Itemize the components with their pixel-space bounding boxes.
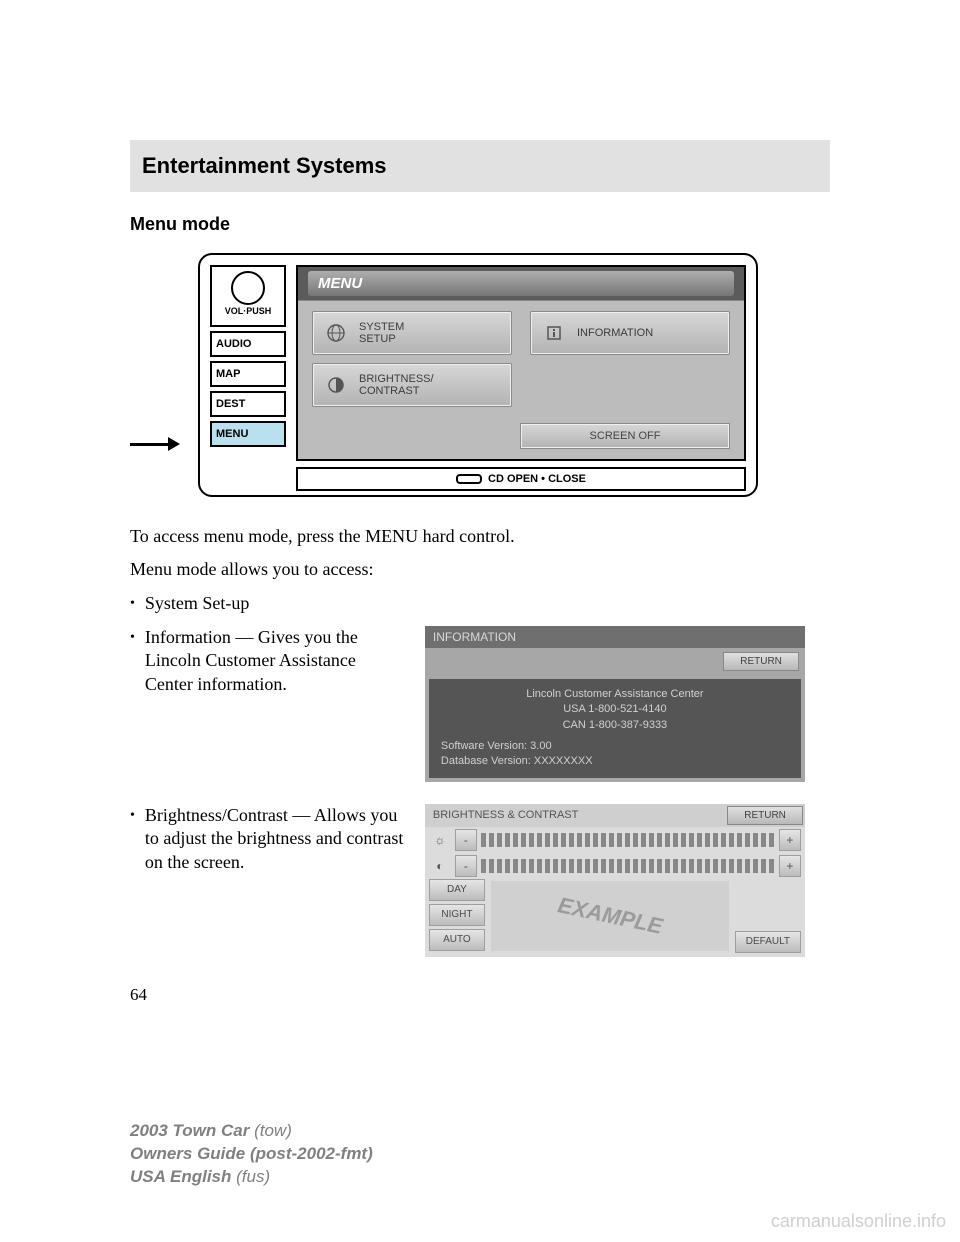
contrast-slider[interactable]	[481, 859, 775, 873]
contrast-plus[interactable]: +	[779, 855, 801, 877]
hardkey-dest[interactable]: DEST	[210, 391, 286, 417]
footer-guide: Owners Guide (post-2002-fmt)	[130, 1144, 373, 1163]
brightness-plus[interactable]: +	[779, 829, 801, 851]
brightness-minus[interactable]: -	[455, 829, 477, 851]
tile-label: BRIGHTNESS/ CONTRAST	[359, 373, 434, 397]
page-number: 64	[130, 985, 830, 1005]
hardkey-map[interactable]: MAP	[210, 361, 286, 387]
paragraph-1: To access menu mode, press the MENU hard…	[130, 525, 830, 548]
hard-key-column: VOL·PUSH AUDIO MAP DEST MENU	[210, 265, 286, 461]
hardkey-audio[interactable]: AUDIO	[210, 331, 286, 357]
bullet-item-system-setup: • System Set-up	[130, 592, 830, 616]
bullet-marker: •	[130, 804, 135, 957]
info-line: CAN 1-800-387-9333	[441, 718, 789, 733]
knob-icon	[231, 271, 265, 305]
bc-title: BRIGHTNESS & CONTRAST	[425, 805, 725, 825]
head-unit: VOL·PUSH AUDIO MAP DEST MENU MENU	[198, 253, 758, 497]
page-content: Entertainment Systems Menu mode VOL·PUSH…	[130, 140, 830, 1005]
info-line: Software Version: 3.00	[441, 739, 789, 754]
contrast-icon: ◐	[429, 855, 451, 877]
footer-code: (tow)	[254, 1121, 292, 1140]
return-button[interactable]: RETURN	[727, 806, 803, 825]
contrast-minus[interactable]: -	[455, 855, 477, 877]
return-button[interactable]: RETURN	[723, 652, 799, 671]
tile-screen-off[interactable]: SCREEN OFF	[520, 423, 730, 449]
default-button[interactable]: DEFAULT	[735, 931, 801, 953]
footer-vehicle: 2003 Town Car	[130, 1121, 249, 1140]
tile-information[interactable]: INFORMATION	[530, 311, 730, 355]
volume-knob[interactable]: VOL·PUSH	[210, 265, 286, 327]
tile-label: SYSTEM SETUP	[359, 321, 404, 345]
bullet-text: Brightness/Contrast — Allows you to adju…	[145, 804, 405, 874]
info-screen-title: INFORMATION	[425, 626, 805, 648]
section-header: Entertainment Systems	[130, 140, 830, 192]
footer: 2003 Town Car (tow) Owners Guide (post-2…	[130, 1120, 373, 1189]
footer-lang: USA English	[130, 1167, 231, 1186]
tile-system-setup[interactable]: SYSTEM SETUP	[312, 311, 512, 355]
info-line: Lincoln Customer Assistance Center	[441, 687, 789, 702]
nav-screen: MENU SYSTEM SETUP	[296, 265, 746, 461]
brightness-contrast-screen: BRIGHTNESS & CONTRAST RETURN ☼ - + ◐ - +	[425, 804, 805, 957]
info-icon	[541, 320, 567, 346]
contrast-icon	[323, 372, 349, 398]
footer-code2: (fus)	[236, 1167, 270, 1186]
bullet-text: Information — Gives you the Lincoln Cust…	[145, 626, 405, 696]
menu-mode-heading: Menu mode	[130, 214, 830, 235]
screen-title: MENU	[308, 271, 734, 296]
knob-label: VOL·PUSH	[225, 306, 272, 316]
example-watermark: EXAMPLE	[555, 892, 664, 940]
info-line: Database Version: XXXXXXXX	[441, 754, 789, 769]
bullet-marker: •	[130, 592, 135, 616]
pointer-arrow	[130, 437, 180, 451]
information-screen: INFORMATION RETURN Lincoln Customer Assi…	[425, 626, 805, 782]
hardkey-menu[interactable]: MENU	[210, 421, 286, 447]
device-illustration: VOL·PUSH AUDIO MAP DEST MENU MENU	[130, 253, 830, 497]
brightness-slider[interactable]	[481, 833, 775, 847]
preview-map: EXAMPLE	[491, 881, 729, 951]
sun-icon: ☼	[429, 829, 451, 851]
info-screen-body: Lincoln Customer Assistance Center USA 1…	[429, 679, 801, 778]
bullet-item-information: • Information — Gives you the Lincoln Cu…	[130, 626, 830, 782]
mode-auto[interactable]: AUTO	[429, 929, 485, 951]
bullet-text: System Set-up	[145, 592, 250, 616]
paragraph-2: Menu mode allows you to access:	[130, 558, 830, 581]
bullet-item-brightness: • Brightness/Contrast — Allows you to ad…	[130, 804, 830, 957]
tile-label: INFORMATION	[577, 327, 653, 339]
site-watermark: carmanualsonline.info	[771, 1211, 946, 1232]
screen-title-bar: MENU	[298, 267, 744, 301]
mode-day[interactable]: DAY	[429, 879, 485, 901]
cd-open-close[interactable]: CD OPEN • CLOSE	[296, 467, 746, 491]
globe-icon	[323, 320, 349, 346]
tile-brightness-contrast[interactable]: BRIGHTNESS/ CONTRAST	[312, 363, 512, 407]
info-line: USA 1-800-521-4140	[441, 702, 789, 717]
bullet-list: • System Set-up • Information — Gives yo…	[130, 592, 830, 957]
cd-label: CD OPEN • CLOSE	[488, 473, 586, 485]
mode-night[interactable]: NIGHT	[429, 904, 485, 926]
bullet-marker: •	[130, 626, 135, 782]
cd-slot-icon	[456, 474, 482, 484]
